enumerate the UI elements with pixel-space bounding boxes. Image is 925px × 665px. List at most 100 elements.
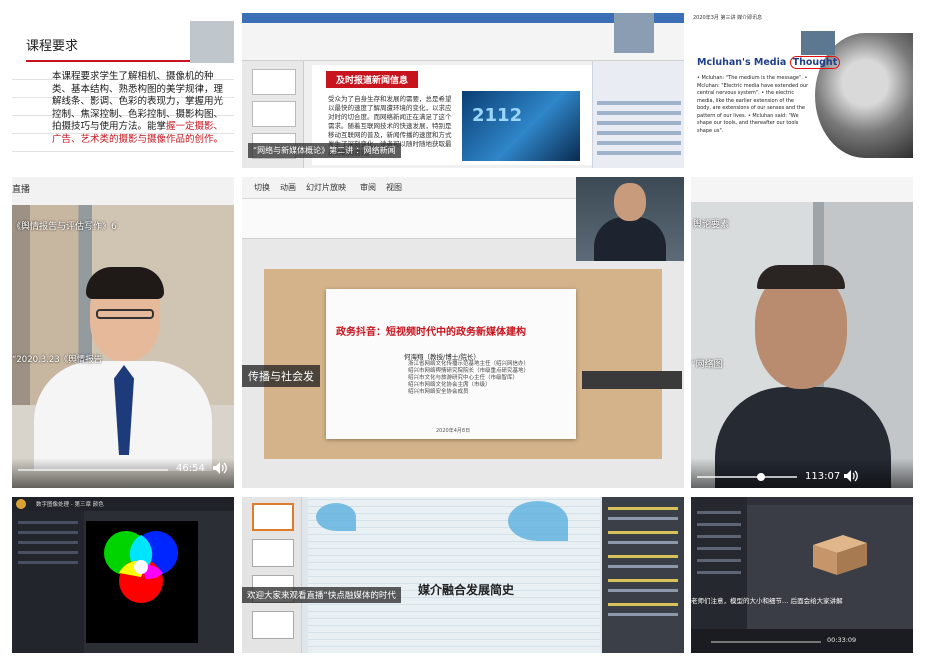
progress-handle[interactable]	[757, 473, 765, 481]
affiliation-line: 浙江省网络文化传播示范基地主任（绍兴网信办）	[408, 361, 530, 367]
slide-body: 本课程要求学生了解相机、摄像机的种类、基本结构、熟悉构图的美学规律，理解线条、影…	[52, 71, 224, 146]
chat-message	[697, 535, 741, 538]
3d-viewport[interactable]	[747, 505, 913, 629]
live-caption: “网络与新媒体概论》第二讲 ：网络新闻	[248, 143, 401, 158]
teacher-hair	[757, 265, 845, 289]
slide-title: 课程要求	[26, 39, 79, 54]
menu-item-review[interactable]: 审阅	[360, 182, 376, 193]
player-controls	[691, 458, 913, 488]
progress-bar[interactable]	[711, 641, 821, 643]
chat-message	[697, 547, 741, 550]
progress-bar[interactable]	[18, 469, 168, 471]
layer-item[interactable]	[18, 531, 78, 534]
slide-image-digits: 2112	[472, 105, 523, 126]
affiliation-line: 绍兴市网络安全协会成员	[408, 389, 469, 395]
chat-message	[608, 589, 678, 592]
teacher-camera-thumbnail	[614, 13, 654, 53]
slide-body: • Mcluhan: "The medium is the message". …	[697, 75, 809, 134]
slide-thumbnail[interactable]	[252, 101, 296, 127]
3d-box-model	[813, 535, 867, 575]
video-tile-main-slide[interactable]: 切换 动画 幻灯片放映 审阅 视图 政务抖音：短视频时代中的政务新媒体建构 何海…	[242, 177, 684, 488]
divider	[12, 151, 234, 152]
overlay-strip	[582, 371, 682, 389]
live-label: 直播	[12, 185, 31, 195]
video-tile-media-history[interactable]: 媒介融合发展简史 欢迎大家来观看直播“快点融媒体的时代	[242, 497, 684, 653]
slide-canvas: 媒介融合发展简史	[308, 497, 600, 653]
slide-title-a: Mcluhan's Media	[697, 57, 790, 68]
slide-title: 政务抖音：短视频时代中的政务新媒体建构	[336, 327, 526, 338]
chat-message	[697, 559, 741, 562]
app-title-bar: 数字图像处理 - 第三章 颜色	[12, 497, 234, 511]
menu-item-slideshow[interactable]: 幻灯片放映	[306, 182, 346, 193]
tile-header: 直播	[12, 177, 234, 205]
elapsed-time: 113:07	[805, 471, 841, 482]
chat-message	[608, 541, 678, 544]
slide-thumbnail[interactable]	[252, 539, 294, 567]
tile-header	[691, 177, 913, 202]
chat-message	[597, 131, 681, 135]
layer-item[interactable]	[18, 541, 78, 544]
course-subtitle: “2020.3.23《舆情报告	[12, 355, 103, 365]
slide-date: 2020年4月8日	[436, 428, 471, 434]
layer-item[interactable]	[18, 551, 78, 554]
volume-icon[interactable]	[843, 469, 859, 486]
layer-item[interactable]	[18, 521, 78, 524]
affiliation-line: 绍兴市文化与旅游研究中心主任（市级智库）	[408, 375, 519, 381]
chat-message	[597, 111, 681, 115]
video-tile-course-requirements[interactable]: 课程要求 本课程要求学生了解相机、摄像机的种类、基本结构、熟悉构图的美学规律，理…	[12, 13, 234, 168]
speech-bubble-decoration	[508, 501, 568, 541]
chat-message	[608, 579, 678, 582]
app-title: 数字图像处理 - 第三章 颜色	[36, 502, 104, 508]
chat-message	[608, 555, 678, 558]
slide-thumbnail[interactable]	[252, 503, 294, 531]
teacher-figure	[34, 267, 212, 471]
progress-bar[interactable]	[697, 476, 797, 478]
chat-message	[608, 517, 678, 520]
chat-message	[597, 121, 681, 125]
slide-thumbnail[interactable]	[252, 611, 294, 639]
teacher-camera-thumbnail	[190, 21, 234, 63]
chat-message	[697, 571, 741, 574]
white-overlap	[134, 560, 148, 574]
elapsed-time: 46:54	[176, 463, 205, 474]
affiliation-line: 绍兴市网络舆情研究院院长（市级重点研究基地）	[408, 368, 530, 374]
layer-item[interactable]	[18, 561, 78, 564]
menu-item-transition[interactable]: 切换	[254, 182, 270, 193]
chat-message	[608, 507, 678, 510]
teacher-glasses	[96, 309, 154, 319]
lecture-header: 2020年3月 第三讲 媒介即讯息	[693, 15, 763, 21]
chat-message	[608, 531, 678, 534]
menu-item-view[interactable]: 视图	[386, 182, 402, 193]
chat-message	[608, 565, 678, 568]
teacher-hair	[86, 267, 164, 299]
slide-title: 及时报道新闻信息	[326, 71, 419, 88]
chat-message	[597, 151, 681, 155]
chat-panel	[602, 497, 684, 653]
slide-image	[462, 91, 580, 161]
title-underline	[26, 60, 196, 62]
live-caption: 传播与社会发	[242, 365, 320, 387]
speech-bubble-decoration	[316, 503, 356, 531]
chat-message	[608, 603, 678, 606]
slide-thumbnail-panel	[242, 497, 302, 653]
slide-thumbnail[interactable]	[252, 69, 296, 95]
video-tile-news-slide[interactable]: 及时报道新闻信息 受众为了自身生存和发展的需要，总是希望以最快的速度了解周遭环境…	[242, 13, 684, 168]
chat-message	[608, 613, 678, 616]
speaker-name: 何海翔（教授/博士/院长）	[404, 353, 480, 361]
chat-message	[597, 141, 681, 145]
chat-message	[697, 523, 741, 526]
elapsed-time: 00:33:09	[827, 636, 857, 644]
video-tile-mcluhan[interactable]: 2020年3月 第三讲 媒介即讯息 Mcluhan's Media Though…	[691, 13, 913, 168]
menu-item-animation[interactable]: 动画	[280, 182, 296, 193]
chat-message	[697, 511, 741, 514]
app-logo-icon	[16, 499, 26, 509]
video-tile-teacher-closeup[interactable]: 舆论要素 “网络图 113:07	[691, 177, 913, 488]
teacher-face	[614, 183, 646, 221]
slide-title: 媒介融合发展简史	[418, 583, 515, 597]
slide-title: Mcluhan's Media Thought	[697, 56, 841, 69]
video-tile-rgb-demo[interactable]: 数字图像处理 - 第三章 颜色	[12, 497, 234, 653]
video-tile-3d-model[interactable]: 老师们注意，模型的大小和细节… 后面会给大家讲解 00:33:09	[691, 497, 913, 653]
slide-title-circled: Thought	[789, 56, 841, 69]
volume-icon[interactable]	[212, 461, 228, 475]
video-tile-teacher-live[interactable]: 直播 《舆情报告与评估写作》6 “2020.3.23《舆情报告 46:54	[12, 177, 234, 488]
